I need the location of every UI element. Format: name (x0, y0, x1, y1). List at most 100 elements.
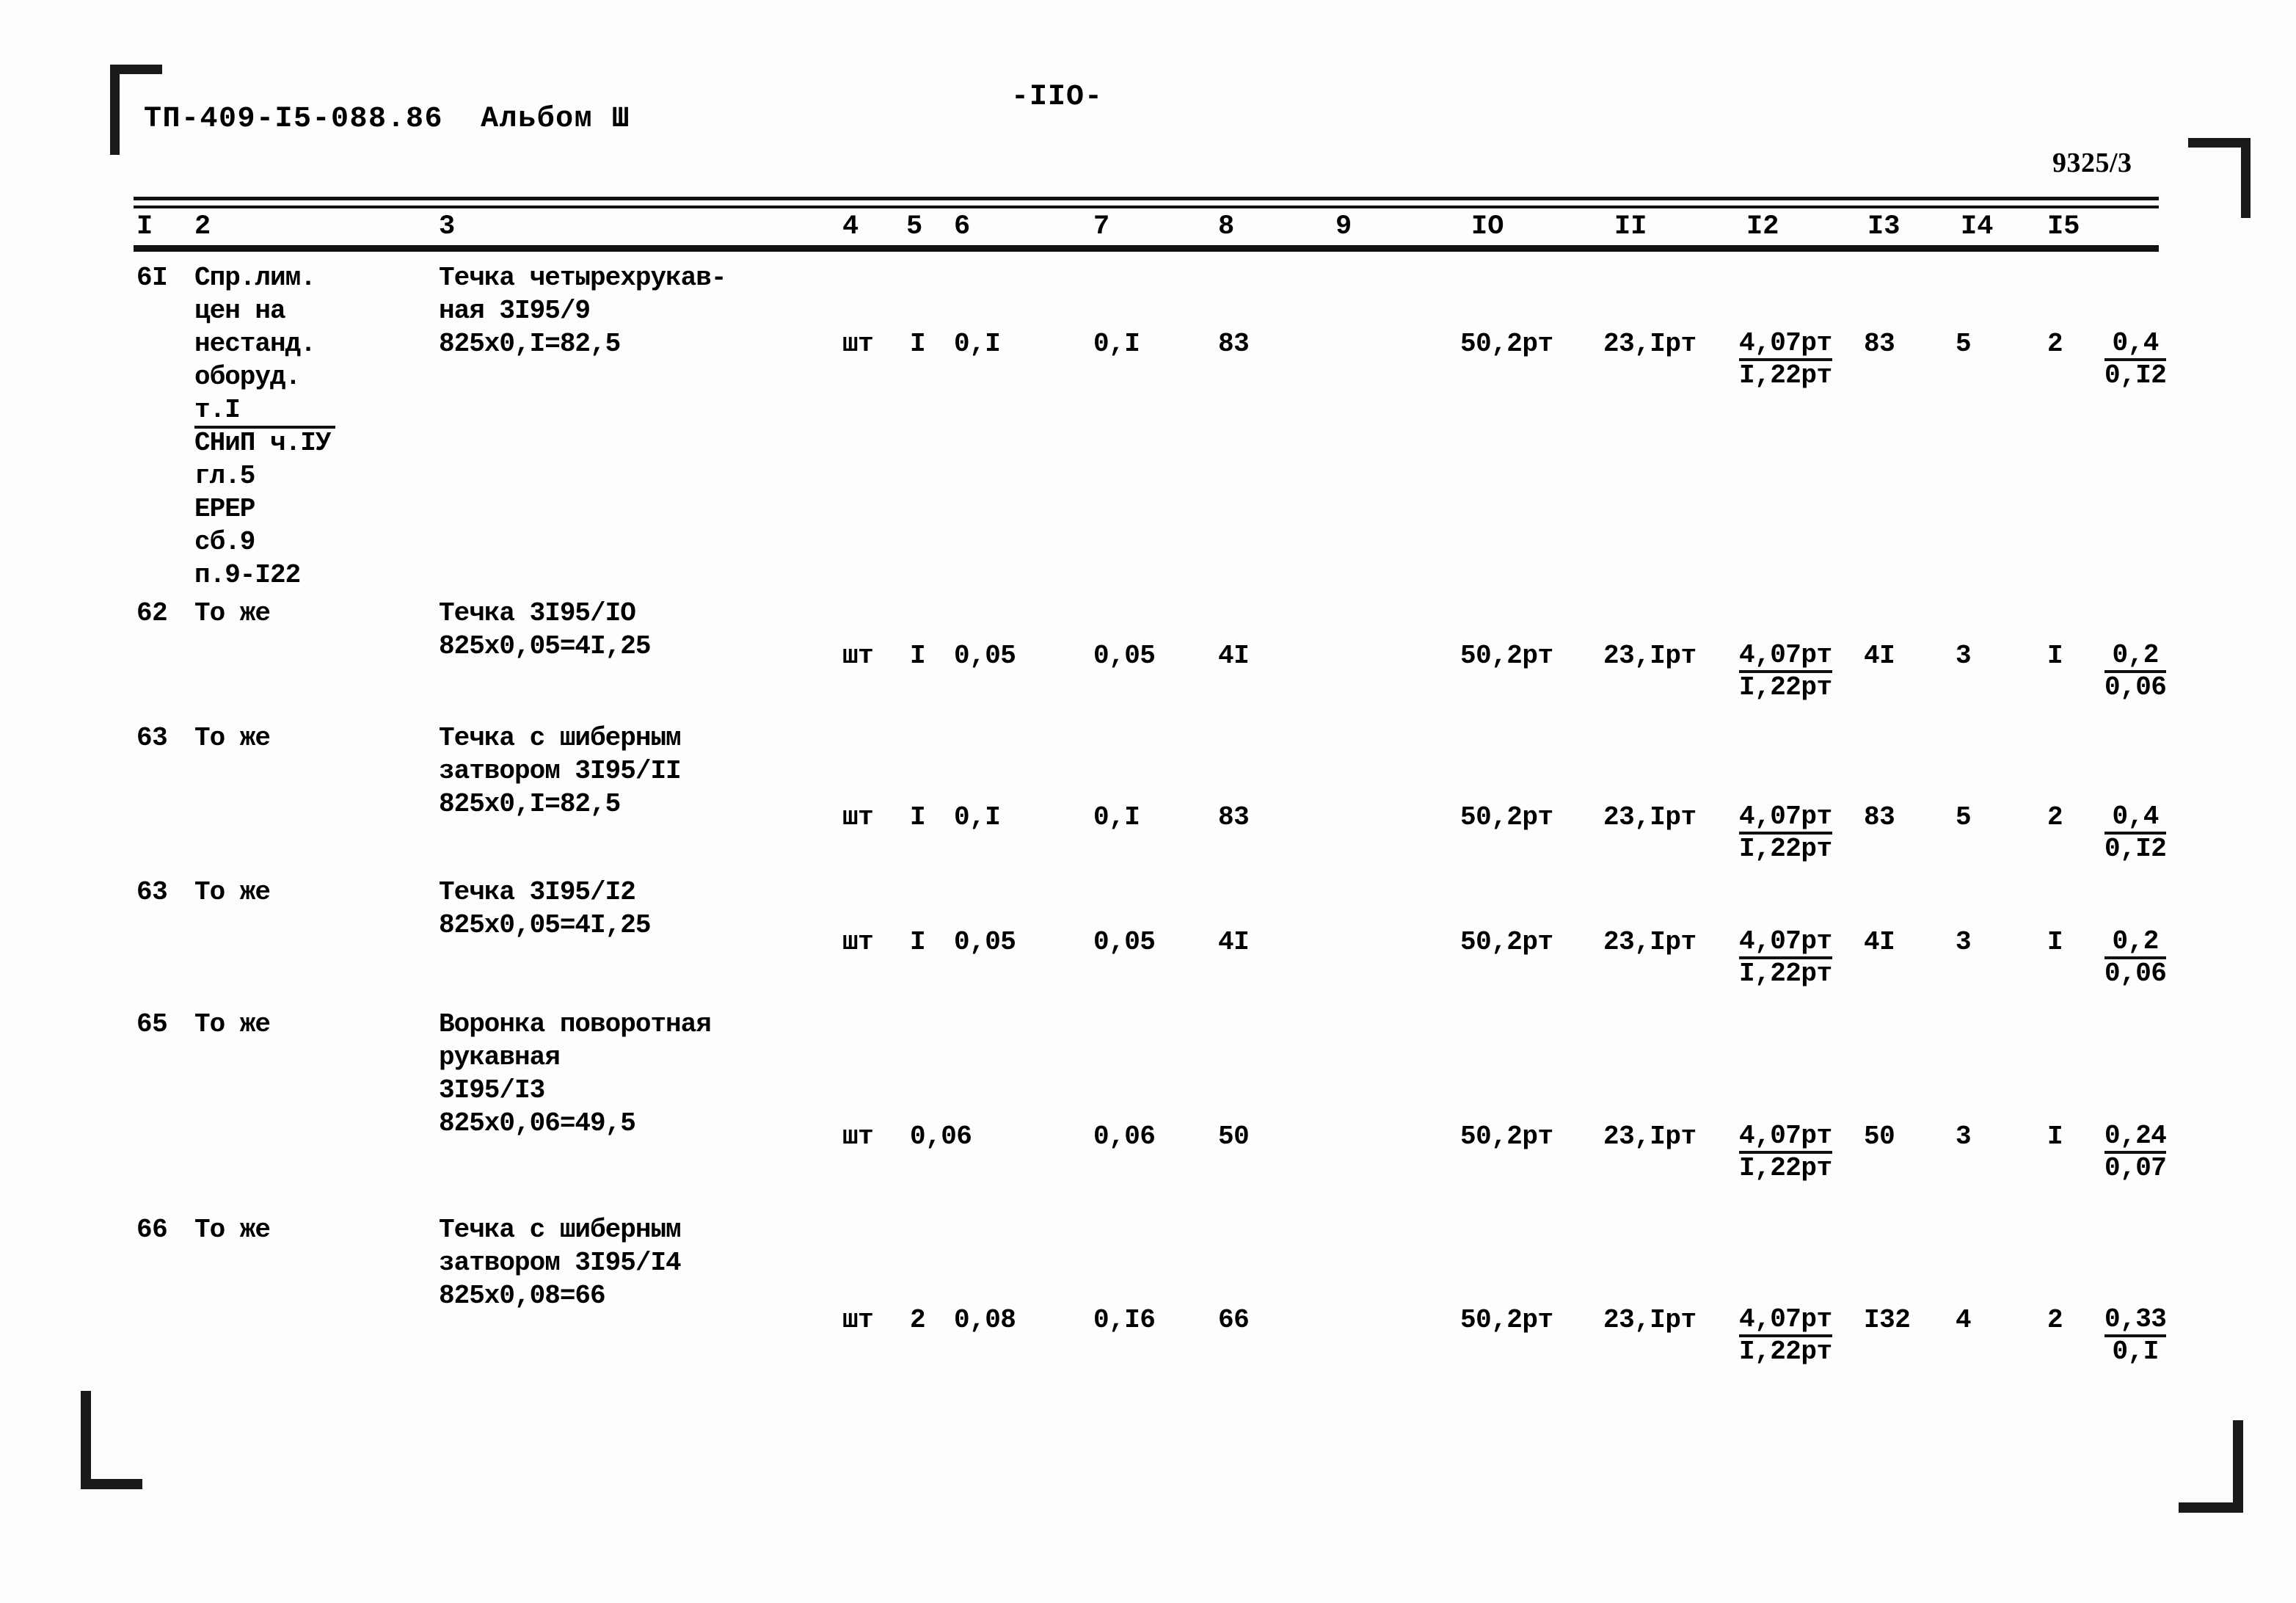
row-6-value-8: 66 (1218, 1305, 1250, 1335)
column-header-9: 9 (1335, 211, 1352, 242)
row-2-position-number: 62 (136, 598, 168, 628)
row-5-item-description-line-1: Воронка поворотная (439, 1009, 712, 1039)
row-2-value-12-fraction: 4,07рт I,22рт (1739, 641, 1832, 702)
row-5-position-number: 65 (136, 1009, 168, 1039)
column-header-4: 4 (842, 211, 859, 242)
column-header-13: I3 (1867, 211, 1900, 242)
row-1-source-line-4: оборуд. (194, 362, 301, 392)
row-5-unit: шт (842, 1122, 874, 1152)
row-2-value-7: 0,05 (1093, 641, 1156, 671)
row-5-qty: 0,06 (910, 1122, 972, 1152)
row-1-value-12-fraction: 4,07рт I,22рт (1739, 329, 1832, 390)
row-2-value-11: 23,Iрт (1603, 641, 1697, 671)
row-4-item-description-line-2: 825х0,05=4I,25 (439, 910, 651, 940)
row-1-source-line-2: цен на (194, 296, 286, 326)
row-4-value-6: 0,05 (954, 927, 1016, 957)
row-5-value-15: I (2047, 1122, 2063, 1152)
row-6-qty: 2 (910, 1305, 926, 1335)
row-4-value-12-fraction-denominator: I,22рт (1739, 959, 1832, 989)
row-6-value-13: I32 (1864, 1305, 1911, 1335)
row-6-value-12-fraction-denominator: I,22рт (1739, 1337, 1832, 1367)
row-1-source-line-6: СНиП ч.IУ (194, 428, 331, 458)
row-1-value-10: 50,2рт (1460, 329, 1553, 359)
row-6-item-description-line-1: Течка с шиберным (439, 1215, 682, 1245)
row-3-value-15-fraction: 0,4 0,I2 (2104, 802, 2167, 864)
row-2-value-8: 4I (1218, 641, 1250, 671)
row-2-value-15-fraction-numerator: 0,2 (2104, 641, 2167, 673)
row-5-value-12-fraction-numerator: 4,07рт (1739, 1122, 1832, 1154)
row-4-value-14: 3 (1956, 927, 1972, 957)
row-3-value-12-fraction-numerator: 4,07рт (1739, 802, 1832, 835)
row-1-source-line-9: сб.9 (194, 527, 255, 557)
row-4-value-10: 50,2рт (1460, 927, 1553, 957)
row-5-value-12-fraction-denominator: I,22рт (1739, 1153, 1832, 1183)
row-5-value-12-fraction: 4,07рт I,22рт (1739, 1122, 1832, 1183)
row-3-unit: шт (842, 802, 874, 832)
row-2-value-15-fraction: 0,2 0,06 (2104, 641, 2167, 702)
row-4-item-description-line-1: Течка 3I95/I2 (439, 877, 636, 907)
row-3-value-8: 83 (1218, 802, 1250, 832)
row-4-source-line-1: То же (194, 877, 271, 907)
row-6-position-number: 66 (136, 1215, 168, 1245)
row-6-unit: шт (842, 1305, 874, 1335)
row-6-source-line-1: То же (194, 1215, 271, 1245)
row-3-value-13: 83 (1864, 802, 1895, 832)
column-header-8: 8 (1218, 211, 1235, 242)
row-6-value-12-fraction-numerator: 4,07рт (1739, 1305, 1832, 1337)
row-1-value-8: 83 (1218, 329, 1250, 359)
row-1-value-15-fraction-denominator: 0,I2 (2104, 360, 2167, 390)
column-header-11: II (1614, 211, 1647, 242)
row-1-item-description-line-3: 825х0,I=82,5 (439, 329, 621, 359)
row-3-value-15-fraction-numerator: 0,4 (2104, 802, 2167, 835)
column-header-12: I2 (1746, 211, 1779, 242)
row-5-value-15-fraction: 0,24 0,07 (2104, 1122, 2167, 1183)
document-code: ТП-409-I5-088.86 Альбом Ш (144, 103, 631, 136)
row-1-source-line-1: Спр.лим. (194, 263, 316, 293)
row-2-value-12-fraction-numerator: 4,07рт (1739, 641, 1832, 673)
row-1-unit: шт (842, 329, 874, 359)
row-6-value-15-fraction-numerator: 0,33 (2104, 1305, 2167, 1337)
row-2-value-10: 50,2рт (1460, 641, 1553, 671)
row-5-value-14: 3 (1956, 1122, 1972, 1152)
row-1-value-6: 0,I (954, 329, 1001, 359)
row-4-position-number: 63 (136, 877, 168, 907)
row-1-source-line-3: нестанд. (194, 329, 316, 359)
row-3-value-7: 0,I (1093, 802, 1140, 832)
row-6-value-12-fraction: 4,07рт I,22рт (1739, 1305, 1832, 1367)
row-2-value-12-fraction-denominator: I,22рт (1739, 672, 1832, 702)
crop-mark-top-right (2188, 138, 2251, 218)
row-1-source-line-8: ЕРЕР (194, 494, 255, 524)
row-3-value-10: 50,2рт (1460, 802, 1553, 832)
row-1-value-15: 2 (2047, 329, 2063, 359)
row-4-value-8: 4I (1218, 927, 1250, 957)
row-4-value-15: I (2047, 927, 2063, 957)
column-header-6: 6 (954, 211, 971, 242)
row-5-value-11: 23,Iрт (1603, 1122, 1697, 1152)
row-5-item-description-line-4: 825х0,06=49,5 (439, 1108, 636, 1138)
row-2-value-15-fraction-denominator: 0,06 (2104, 672, 2167, 702)
column-header-10: IO (1471, 211, 1504, 242)
row-1-item-description-line-2: ная 3I95/9 (439, 296, 591, 326)
row-5-item-description-line-3: 3I95/I3 (439, 1075, 545, 1105)
row-5-value-7: 0,06 (1093, 1122, 1156, 1152)
column-header-15: I5 (2047, 211, 2080, 242)
row-4-value-12-fraction-numerator: 4,07рт (1739, 927, 1832, 959)
column-header-3: 3 (439, 211, 456, 242)
row-4-value-15-fraction: 0,2 0,06 (2104, 927, 2167, 989)
row-6-value-14: 4 (1956, 1305, 1972, 1335)
row-3-value-14: 5 (1956, 802, 1972, 832)
row-1-value-15-fraction-numerator: 0,4 (2104, 329, 2167, 361)
row-4-value-7: 0,05 (1093, 927, 1156, 957)
row-1-position-number: 6I (136, 263, 168, 293)
row-3-value-11: 23,Iрт (1603, 802, 1697, 832)
row-6-value-7: 0,I6 (1093, 1305, 1156, 1335)
crop-mark-bottom-left (81, 1391, 142, 1489)
row-2-value-6: 0,05 (954, 641, 1016, 671)
sheet-code: 9325/3 (2052, 148, 2132, 178)
row-2-source-line-1: То же (194, 598, 271, 628)
row-4-unit: шт (842, 927, 874, 957)
row-5-value-10: 50,2рт (1460, 1122, 1553, 1152)
row-1-source-line-7: гл.5 (194, 461, 255, 491)
row-4-value-15-fraction-denominator: 0,06 (2104, 959, 2167, 989)
row-3-item-description-line-1: Течка с шиберным (439, 723, 682, 753)
